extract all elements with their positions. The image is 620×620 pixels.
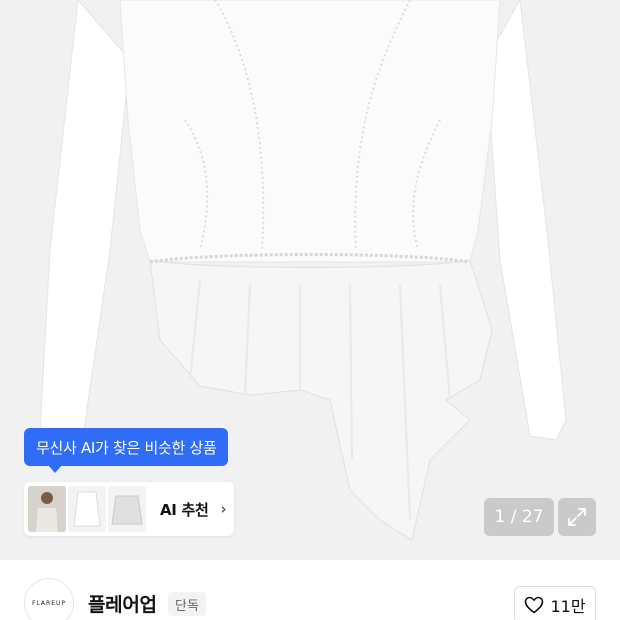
heart-outline-icon bbox=[525, 596, 544, 614]
brand-logo-text: FLAREUP bbox=[31, 599, 66, 607]
ai-recommend-card[interactable]: AI 추천 › bbox=[24, 482, 234, 536]
product-image[interactable] bbox=[0, 0, 620, 560]
expand-button[interactable] bbox=[558, 498, 596, 536]
like-count: 11만 bbox=[550, 597, 586, 616]
pager-text: 1 / 27 bbox=[494, 507, 544, 527]
expand-icon bbox=[568, 508, 586, 526]
brand-bar: FLAREUP 플레어업 단독 11만 bbox=[0, 560, 620, 620]
model-photo-icon bbox=[28, 486, 66, 532]
product-photo bbox=[39, 0, 567, 541]
white-top-thumb[interactable] bbox=[68, 486, 106, 532]
exclusive-badge: 단독 bbox=[168, 592, 206, 616]
ai-tooltip-text: 무신사 AI가 찾은 비슷한 상품 bbox=[36, 438, 217, 457]
chevron-right-icon: › bbox=[220, 500, 227, 518]
image-pager: 1 / 27 bbox=[484, 498, 554, 536]
like-button[interactable]: 11만 bbox=[514, 586, 596, 620]
gray-top-thumb[interactable] bbox=[108, 486, 146, 532]
ai-similar-tooltip[interactable]: 무신사 AI가 찾은 비슷한 상품 bbox=[24, 428, 229, 473]
brand-name[interactable]: 플레어업 bbox=[88, 590, 157, 617]
brand-logo[interactable]: FLAREUP bbox=[24, 578, 74, 620]
model-photo-thumb[interactable] bbox=[28, 486, 66, 532]
gray-top-icon bbox=[108, 486, 146, 532]
white-top-icon bbox=[68, 486, 106, 532]
ai-recommend-label: AI 추천 bbox=[160, 500, 209, 519]
